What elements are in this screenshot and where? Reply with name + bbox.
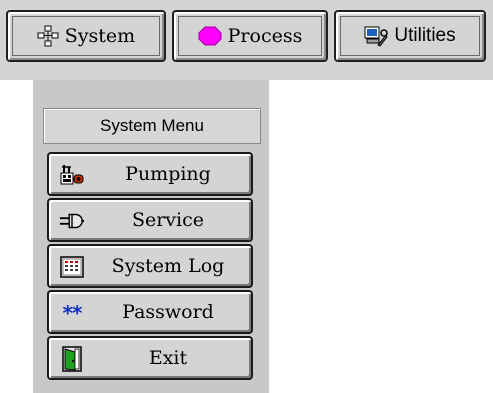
password-button[interactable]: ** Password [47, 290, 253, 334]
log-screen-icon [59, 254, 85, 280]
tab-process-face: Process [178, 16, 322, 56]
tab-system-label: System [64, 25, 136, 47]
service-label: Service [131, 209, 205, 231]
plug-icon [59, 208, 85, 234]
tab-utilities-face: Utilities [340, 16, 480, 56]
system-log-label: System Log [111, 255, 225, 277]
magenta-octagon-icon [198, 26, 222, 46]
pump-icon [59, 162, 85, 188]
tab-bar: System Process Utilities [0, 0, 493, 80]
screen: System Process Utilities System Menu Pum… [0, 0, 493, 393]
tab-system[interactable]: System [6, 10, 166, 62]
system-menu-panel: System Menu Pumping Service System Log *… [33, 80, 269, 393]
pumping-button[interactable]: Pumping [47, 152, 253, 196]
pumping-label: Pumping [125, 163, 211, 185]
tab-process[interactable]: Process [172, 10, 328, 62]
tab-process-label: Process [227, 25, 303, 47]
utilities-icon [364, 26, 389, 47]
network-icon [37, 25, 59, 47]
tab-system-face: System [12, 16, 160, 56]
service-button[interactable]: Service [47, 198, 253, 242]
tab-utilities-label: Utilities [394, 25, 456, 46]
password-label: Password [122, 301, 214, 323]
asterisks-icon: ** [62, 301, 83, 325]
panel-title: System Menu [43, 108, 261, 144]
exit-label: Exit [148, 347, 188, 369]
door-icon [59, 346, 85, 372]
exit-button[interactable]: Exit [47, 336, 253, 380]
system-log-button[interactable]: System Log [47, 244, 253, 288]
tab-utilities[interactable]: Utilities [334, 10, 486, 62]
